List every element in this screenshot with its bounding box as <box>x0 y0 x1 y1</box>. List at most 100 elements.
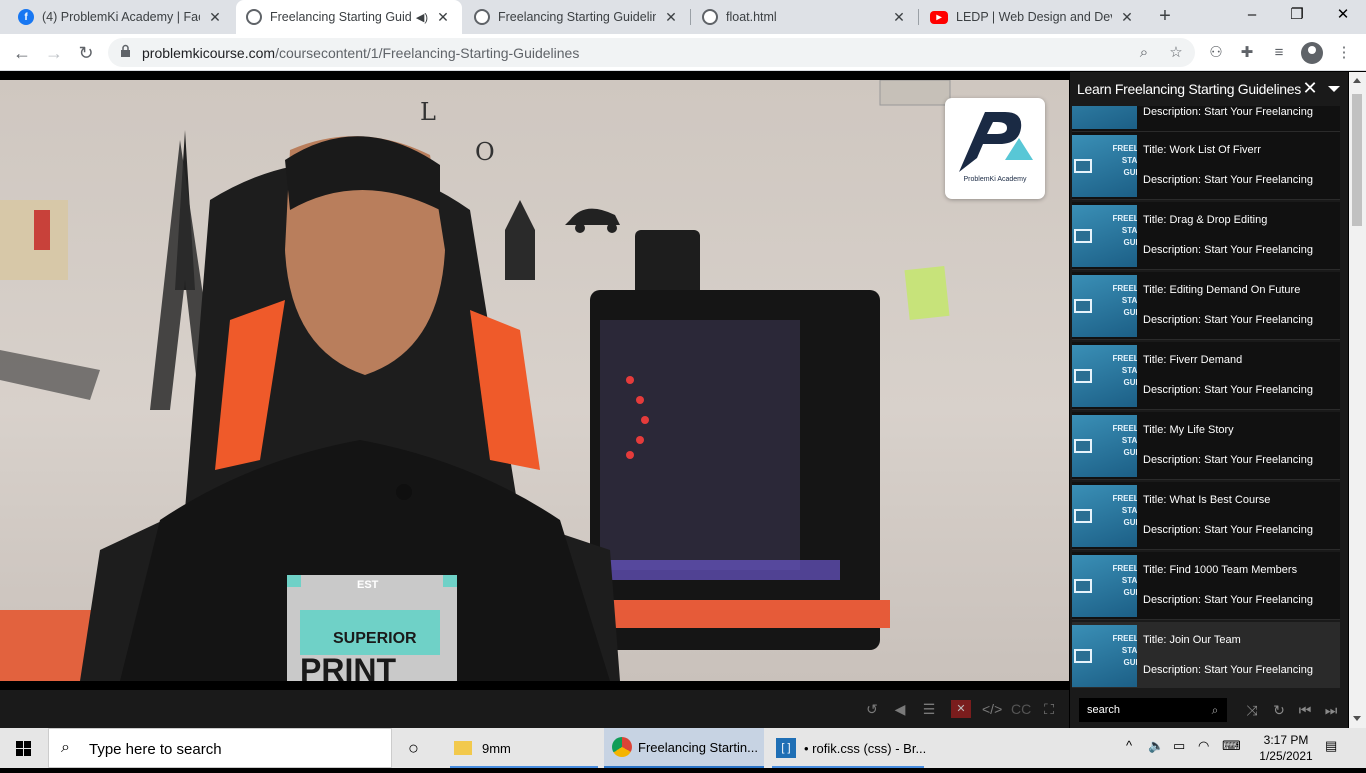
playlist-item-title: Title: Fiverr Demand <box>1143 354 1243 366</box>
volume-tray-icon[interactable]: 🔈 <box>1148 738 1164 754</box>
video-frame: L O SUPERIOR EST PRINT <box>0 80 951 681</box>
thumbnail-text: FREELANC STARTIN GUIDELI <box>1112 214 1137 247</box>
wifi-icon[interactable]: ◠ <box>1198 738 1209 754</box>
cortana-icon[interactable]: ○ <box>400 728 434 768</box>
playlist-icon[interactable]: ☰ <box>919 700 939 718</box>
browser-toolbar: ← → ↻ problemkicourse.com/coursecontent/… <box>0 34 1366 71</box>
scrollbar-thumb[interactable] <box>1352 94 1362 226</box>
close-icon[interactable]: ✕ <box>1300 78 1320 98</box>
playlist-search-input[interactable] <box>1079 698 1203 722</box>
tray-expand-icon[interactable]: ^ <box>1126 738 1132 753</box>
player-controls: ↺ ◀ ☰ ✕ </> CC ⛶ <box>0 690 1069 728</box>
clock-time: 3:17 PM <box>1263 733 1309 747</box>
close-icon[interactable]: ✕ <box>890 9 908 26</box>
folder-icon <box>454 741 472 755</box>
url-domain: problemkicourse.com <box>142 45 276 61</box>
tab-float-html[interactable]: float.html ✕ <box>692 0 918 34</box>
address-bar[interactable]: problemkicourse.com/coursecontent/1/Free… <box>108 38 1195 67</box>
playlist-item[interactable]: FREELANC STARTIN GUIDELI Title: Fiverr D… <box>1072 342 1340 410</box>
window-close-button[interactable]: ✕ <box>1320 0 1366 32</box>
playlist-item[interactable]: FREELANC STARTIN GUIDELI Title: Work Lis… <box>1072 132 1340 200</box>
media-queue-icon[interactable]: ≡ <box>1268 42 1290 64</box>
video-thumbnail: FREELANC STARTIN GUIDELI <box>1072 555 1137 617</box>
notifications-icon[interactable]: ▤ <box>1325 738 1337 754</box>
tab-divider <box>690 9 691 25</box>
svg-text:EST: EST <box>357 579 379 591</box>
taskbar-app-9mm[interactable]: 9mm <box>446 728 602 768</box>
reload-button[interactable]: ↻ <box>73 40 99 66</box>
tab-problemki-facebook[interactable]: f (4) ProblemKi Academy | Faceb ✕ <box>8 0 234 34</box>
thumbnail-text: FREELANC STARTIN GUIDELI <box>1112 494 1137 527</box>
video-thumbnail: FREELANC STARTIN GUIDELI <box>1072 345 1137 407</box>
replay-icon[interactable]: ↺ <box>862 700 882 718</box>
scroll-up-icon[interactable] <box>1353 78 1361 83</box>
close-icon[interactable]: ✕ <box>1118 9 1136 26</box>
thumbnail-text: FREELANC STARTIN GUIDELI <box>1112 354 1137 387</box>
laptop-icon <box>1074 509 1092 523</box>
close-icon[interactable]: ✕ <box>434 9 452 26</box>
globe-icon <box>474 9 490 25</box>
next-icon[interactable]: ⏭ <box>1321 701 1341 719</box>
profile-avatar[interactable] <box>1301 42 1323 64</box>
minimize-button[interactable]: – <box>1229 0 1275 32</box>
playlist-item[interactable]: Description: Start Your Freelancing <box>1072 106 1340 132</box>
video-thumbnail: FREELANC STARTIN GUIDELI <box>1072 205 1137 267</box>
windows-logo-icon <box>16 741 31 756</box>
youtube-icon: ▸ <box>930 10 948 24</box>
embed-code-icon[interactable]: </> <box>982 700 1002 718</box>
playlist-item[interactable]: FREELANC STARTIN GUIDELI Title: What Is … <box>1072 482 1340 550</box>
playlist-item[interactable]: FREELANC STARTIN GUIDELI Title: Drag & D… <box>1072 202 1340 270</box>
playlist-items: Description: Start Your Freelancing FREE… <box>1070 106 1348 688</box>
taskbar-app-brackets[interactable]: [ ] • rofik.css (css) - Br... <box>768 728 928 768</box>
scroll-down-icon[interactable] <box>1353 716 1361 721</box>
playlist-item-selected[interactable]: FREELANC STARTIN GUIDELI Title: Join Our… <box>1072 622 1340 688</box>
tab-freelancing-starting-guidelines[interactable]: Freelancing Starting Guidelines ✕ <box>464 0 690 34</box>
taskbar-search-box[interactable]: ⌕ Type here to search <box>48 728 392 768</box>
facebook-icon: f <box>18 9 34 25</box>
svg-text:O: O <box>475 138 495 166</box>
search-icon[interactable]: ⌕ <box>1207 702 1223 718</box>
close-icon[interactable]: ✕ <box>662 9 680 26</box>
taskbar-app-label: • rofik.css (css) - Br... <box>804 740 927 756</box>
playlist-item-title: Title: Join Our Team <box>1143 634 1241 646</box>
maximize-button[interactable]: ❐ <box>1274 0 1320 32</box>
brackets-icon: [ ] <box>776 738 796 758</box>
start-button[interactable] <box>0 728 48 768</box>
battery-icon[interactable]: ▭ <box>1173 738 1185 754</box>
back-button[interactable]: ← <box>9 40 35 66</box>
playlist-item[interactable]: FREELANC STARTIN GUIDELI Title: My Life … <box>1072 412 1340 480</box>
tab-title: (4) ProblemKi Academy | Faceb <box>42 10 200 24</box>
keyboard-icon[interactable]: ⌨ <box>1222 738 1241 754</box>
speaker-icon[interactable]: ◀) <box>416 11 428 24</box>
captions-icon[interactable]: CC <box>1011 700 1031 718</box>
puzzle-icon[interactable]: ✚ <box>1236 42 1258 64</box>
forward-button[interactable]: → <box>41 40 67 66</box>
stop-icon[interactable]: ✕ <box>951 700 971 718</box>
taskbar-clock[interactable]: 3:17 PM 1/25/2021 <box>1256 732 1316 764</box>
volume-icon[interactable]: ◀ <box>890 700 910 718</box>
menu-icon[interactable]: ⋮ <box>1333 42 1355 64</box>
fullscreen-icon[interactable]: ⛶ <box>1039 700 1059 718</box>
page-scrollbar[interactable] <box>1349 72 1366 728</box>
shuffle-icon[interactable]: ⤨ <box>1242 701 1262 719</box>
playlist-item[interactable]: FREELANC STARTIN GUIDELI Title: Editing … <box>1072 272 1340 340</box>
dropdown-caret-icon[interactable] <box>1328 86 1340 92</box>
new-tab-button[interactable]: + <box>1153 5 1177 29</box>
playlist-item[interactable]: FREELANC STARTIN GUIDELI Title: Find 100… <box>1072 552 1340 620</box>
extension-icon[interactable]: ⚇ <box>1205 42 1227 64</box>
previous-icon[interactable]: ⏮ <box>1295 701 1315 719</box>
repeat-icon[interactable]: ↻ <box>1269 701 1289 719</box>
zoom-icon[interactable]: ⌕ <box>1134 43 1154 63</box>
tab-ledp-youtube[interactable]: ▸ LEDP | Web Design and Develo ✕ <box>920 0 1146 34</box>
video-player[interactable]: L O SUPERIOR EST PRINT ProblemKi Academy <box>0 80 1069 681</box>
bookmark-star-icon[interactable]: ☆ <box>1166 43 1186 63</box>
clock-date: 1/25/2021 <box>1259 749 1313 763</box>
playlist-item-title: Title: Drag & Drop Editing <box>1143 214 1268 226</box>
taskbar-app-chrome[interactable]: Freelancing Startin... <box>604 728 764 768</box>
tab-freelancing-starting-guide[interactable]: Freelancing Starting Guide ◀) ✕ <box>236 0 462 34</box>
url-text[interactable]: problemkicourse.com/coursecontent/1/Free… <box>142 45 579 61</box>
playlist-item-description: Description: Start Your Freelancing <box>1143 106 1313 118</box>
playlist-item-title: Title: What Is Best Course <box>1143 494 1271 506</box>
video-thumbnail: FREELANC STARTIN GUIDELI <box>1072 415 1137 477</box>
close-icon[interactable]: ✕ <box>206 9 224 26</box>
